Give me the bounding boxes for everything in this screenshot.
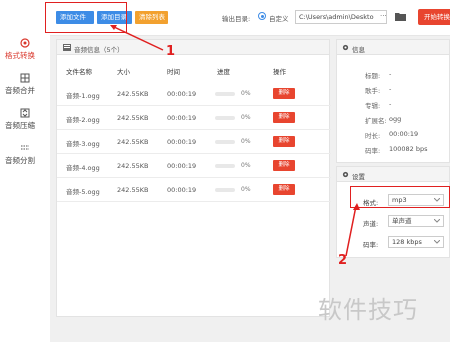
gear-icon [342, 44, 349, 51]
custom-output-radio[interactable] [258, 12, 266, 20]
progress-percent: 0% [241, 186, 251, 193]
info-panel-header: 信息 [337, 40, 449, 55]
cell-duration: 00:00:19 [167, 186, 197, 194]
sidebar-item-split[interactable]: 音频分割 [0, 143, 50, 166]
info-field-label: 歌手: [365, 87, 381, 95]
settings-panel-header: 设置 [337, 167, 449, 182]
progress-bar [215, 164, 235, 168]
gear-icon [342, 171, 349, 178]
clear-list-button[interactable]: 清除列表 [135, 11, 168, 24]
folder-icon[interactable] [395, 12, 406, 21]
compress-icon [20, 108, 30, 118]
info-field-value: - [389, 70, 392, 78]
cell-file-name: 音频-5.ogg [66, 188, 100, 196]
cell-duration: 00:00:19 [167, 90, 197, 98]
table-row[interactable]: 音频-5.ogg 242.55KB 00:00:19 0% 删除 [57, 178, 331, 202]
audio-list-header: 音频信息（5个） [57, 40, 329, 55]
delete-button[interactable]: 删除 [273, 184, 295, 195]
bitrate-label: 码率: [363, 241, 379, 249]
watermark-text: 软件技巧 [318, 296, 418, 324]
table-row[interactable]: 音频-1.ogg 242.55KB 00:00:19 0% 删除 [57, 82, 331, 106]
info-field-value: - [389, 100, 392, 108]
split-icon [21, 145, 29, 150]
annotation-number-2: 2 [338, 253, 348, 268]
bitrate-select[interactable]: 128 kbps [388, 236, 444, 248]
sidebar-item-label: 音频压缩 [5, 121, 35, 130]
sidebar-item-convert[interactable]: 格式转换 [0, 38, 50, 61]
cell-file-size: 242.55KB [117, 138, 149, 146]
info-panel-title: 信息 [352, 46, 365, 54]
progress-bar [215, 140, 235, 144]
info-field-value: 00:00:19 [389, 130, 419, 138]
cell-duration: 00:00:19 [167, 114, 197, 122]
cell-file-name: 音频-2.ogg [66, 116, 100, 124]
info-field-label: 专辑: [365, 102, 381, 110]
bitrate-select-value: 128 kbps [392, 238, 422, 246]
cell-file-name: 音频-4.ogg [66, 164, 100, 172]
table-row[interactable]: 音频-2.ogg 242.55KB 00:00:19 0% 删除 [57, 106, 331, 130]
output-path-input[interactable] [295, 10, 387, 24]
progress-percent: 0% [241, 90, 251, 97]
column-header-action: 操作 [273, 68, 286, 76]
cell-file-name: 音频-3.ogg [66, 140, 100, 148]
start-convert-button[interactable]: 开始转换 [418, 9, 450, 25]
progress-bar [215, 92, 235, 96]
sidebar-item-merge[interactable]: 音频合并 [0, 73, 50, 96]
cell-duration: 00:00:19 [167, 138, 197, 146]
chevron-down-icon [434, 240, 440, 244]
merge-icon [20, 73, 30, 83]
annotation-number-1: 1 [166, 44, 176, 59]
table-row[interactable]: 音频-3.ogg 242.55KB 00:00:19 0% 删除 [57, 130, 331, 154]
settings-panel: 设置 格式: mp3 声道: 单声道 码率: 128 kbps [336, 166, 450, 258]
info-field-value: ogg [389, 115, 402, 123]
progress-percent: 0% [241, 138, 251, 145]
info-field-label: 码率: [365, 147, 381, 155]
annotation-box-format [350, 186, 450, 208]
info-field-label: 扩展名: [365, 117, 387, 125]
progress-bar [215, 116, 235, 120]
info-field-label: 标题: [365, 72, 381, 80]
column-header-size: 大小 [117, 68, 130, 76]
channel-label: 声道: [363, 220, 379, 228]
progress-percent: 0% [241, 162, 251, 169]
sidebar-item-label: 音频合并 [5, 86, 35, 95]
custom-output-label: 自定义 [269, 15, 289, 23]
column-header-name: 文件名称 [66, 68, 92, 76]
output-directory-label: 输出目录: [222, 15, 251, 23]
cell-file-size: 242.55KB [117, 162, 149, 170]
chevron-down-icon [434, 219, 440, 223]
cell-file-name: 音频-1.ogg [66, 92, 100, 100]
cell-file-size: 242.55KB [117, 90, 149, 98]
browse-more-button[interactable]: ··· [380, 12, 387, 20]
audio-list-title: 音频信息（5个） [74, 46, 124, 54]
info-panel: 信息 标题: - 歌手: - 专辑: - 扩展名: ogg 时长: 00:00:19 码率: 1000… [336, 39, 450, 163]
channel-select-value: 单声道 [392, 217, 412, 225]
settings-panel-title: 设置 [352, 173, 365, 181]
progress-bar [215, 188, 235, 192]
info-field-value: 100082 bps [389, 145, 428, 153]
delete-button[interactable]: 删除 [273, 112, 295, 123]
annotation-box-toolbar [45, 2, 127, 33]
delete-button[interactable]: 删除 [273, 88, 295, 99]
sidebar: 格式转换 音频合并 音频压缩 音频分割 [0, 0, 50, 342]
column-header-time: 时间 [167, 68, 180, 76]
sidebar-item-label: 音频分割 [5, 156, 35, 165]
convert-icon [20, 38, 30, 48]
sidebar-item-label: 格式转换 [5, 51, 35, 60]
app-window: 格式转换 音频合并 音频压缩 音频分割 添加文件 添加目录 清除列表 输出目录:… [0, 0, 450, 342]
list-icon [63, 44, 71, 51]
info-field-label: 时长: [365, 132, 381, 140]
audio-list-panel: 音频信息（5个） 文件名称 大小 时间 进度 操作 音频-1.ogg 242.55… [56, 39, 331, 317]
sidebar-item-compress[interactable]: 音频压缩 [0, 108, 50, 131]
info-field-value: - [389, 85, 392, 93]
delete-button[interactable]: 删除 [273, 160, 295, 171]
cell-duration: 00:00:19 [167, 162, 197, 170]
delete-button[interactable]: 删除 [273, 136, 295, 147]
column-header-progress: 进度 [217, 68, 230, 76]
channel-select[interactable]: 单声道 [388, 215, 444, 227]
progress-percent: 0% [241, 114, 251, 121]
table-row[interactable]: 音频-4.ogg 242.55KB 00:00:19 0% 删除 [57, 154, 331, 178]
cell-file-size: 242.55KB [117, 114, 149, 122]
cell-file-size: 242.55KB [117, 186, 149, 194]
